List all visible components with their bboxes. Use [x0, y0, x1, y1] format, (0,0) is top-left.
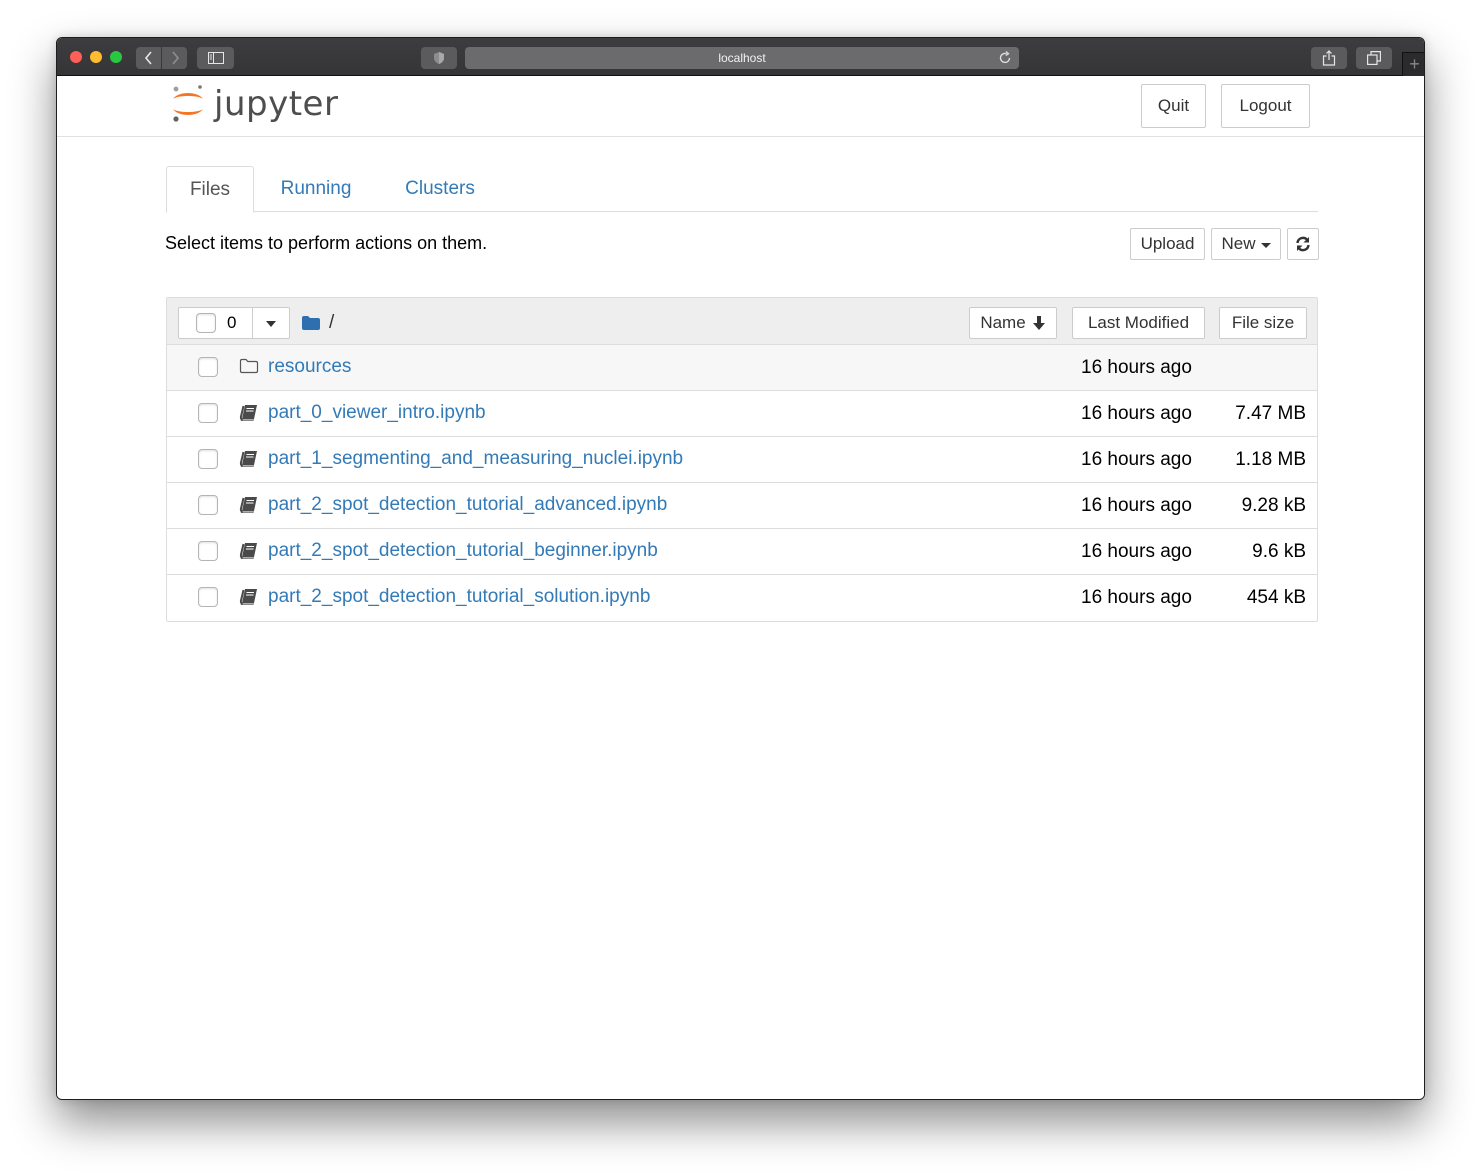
item-name-link[interactable]: part_1_segmenting_and_measuring_nuclei.i…	[268, 448, 683, 470]
notebook-icon	[239, 542, 259, 565]
close-window-button[interactable]	[70, 51, 82, 63]
tab-running[interactable]: Running	[266, 166, 366, 212]
item-checkbox[interactable]	[198, 587, 218, 607]
caret-down-icon	[266, 321, 276, 327]
item-file-size: 9.6 kB	[1252, 541, 1306, 562]
file-list-item[interactable]: part_0_viewer_intro.ipynb 16 hours ago 7…	[167, 391, 1317, 437]
item-name-link[interactable]: part_2_spot_detection_tutorial_beginner.…	[268, 540, 658, 562]
tab-overview-icon	[1367, 51, 1381, 65]
file-list: 0 / Name Last Modified File size resourc…	[166, 297, 1318, 622]
share-icon	[1322, 50, 1336, 66]
tab-files[interactable]: Files	[166, 166, 254, 213]
notebook-icon	[239, 450, 259, 473]
file-list-item[interactable]: part_2_spot_detection_tutorial_advanced.…	[167, 483, 1317, 529]
sort-by-size-button[interactable]: File size	[1219, 307, 1307, 339]
reload-icon[interactable]	[997, 50, 1013, 66]
item-last-modified: 16 hours ago	[1081, 587, 1192, 608]
logo-text: jupyter	[214, 84, 339, 124]
item-last-modified: 16 hours ago	[1081, 495, 1192, 516]
select-menu-button[interactable]	[253, 308, 289, 338]
file-list-item[interactable]: part_2_spot_detection_tutorial_solution.…	[167, 575, 1317, 621]
file-list-item[interactable]: part_2_spot_detection_tutorial_beginner.…	[167, 529, 1317, 575]
selected-count: 0	[227, 313, 237, 332]
sidebar-icon	[207, 52, 224, 64]
item-file-size: 9.28 kB	[1241, 495, 1306, 516]
new-dropdown-button[interactable]: New	[1211, 228, 1281, 260]
item-last-modified: 16 hours ago	[1081, 403, 1192, 424]
zoom-window-button[interactable]	[110, 51, 122, 63]
tab-bar: Files Running Clusters	[166, 166, 1318, 213]
select-all-control[interactable]: 0	[179, 308, 253, 338]
sidebar-toggle-button[interactable]	[197, 47, 234, 69]
tab-clusters[interactable]: Clusters	[388, 166, 492, 212]
quit-button[interactable]: Quit	[1141, 84, 1206, 128]
plus-icon: +	[1409, 54, 1420, 74]
notebook-icon	[239, 496, 259, 519]
new-tab-button[interactable]: +	[1402, 52, 1424, 76]
logout-button[interactable]: Logout	[1221, 84, 1310, 128]
sort-by-modified-button[interactable]: Last Modified	[1072, 307, 1205, 339]
back-button[interactable]	[136, 47, 161, 69]
upload-button[interactable]: Upload	[1130, 228, 1205, 260]
item-checkbox[interactable]	[198, 357, 218, 377]
file-list-item[interactable]: resources 16 hours ago	[167, 345, 1317, 391]
jupyter-logo[interactable]: jupyter	[170, 83, 338, 125]
select-all-group: 0	[178, 307, 290, 339]
folder-solid-icon[interactable]	[301, 315, 321, 331]
chevron-right-icon	[171, 51, 179, 65]
item-name-link[interactable]: part_2_spot_detection_tutorial_advanced.…	[268, 494, 667, 516]
browser-titlebar: localhost +	[57, 38, 1424, 76]
jupyter-page: jupyter Quit Logout Files Running Cluste…	[57, 76, 1424, 1099]
item-file-size: 1.18 MB	[1235, 449, 1306, 470]
notebook-icon	[239, 404, 259, 427]
share-button[interactable]	[1311, 47, 1347, 69]
item-name-link[interactable]: part_2_spot_detection_tutorial_solution.…	[268, 586, 650, 608]
sort-by-name-button[interactable]: Name	[969, 307, 1057, 339]
browser-window: localhost + jupyter Quit Logout Files Ru…	[56, 37, 1425, 1100]
file-list-item[interactable]: part_1_segmenting_and_measuring_nuclei.i…	[167, 437, 1317, 483]
new-label: New	[1221, 234, 1256, 253]
chevron-left-icon	[144, 51, 152, 65]
page-header: jupyter Quit Logout	[57, 76, 1424, 137]
instructions-text: Select items to perform actions on them.	[165, 233, 488, 253]
minimize-window-button[interactable]	[90, 51, 102, 63]
arrow-down-icon	[1032, 316, 1045, 330]
folder-icon	[239, 358, 259, 379]
jupyter-logo-icon	[173, 85, 203, 122]
sort-name-label: Name	[980, 313, 1026, 332]
item-checkbox[interactable]	[198, 495, 218, 515]
refresh-button[interactable]	[1287, 228, 1319, 260]
item-last-modified: 16 hours ago	[1081, 541, 1192, 562]
forward-button[interactable]	[162, 47, 187, 69]
item-name-link[interactable]: part_0_viewer_intro.ipynb	[268, 402, 486, 424]
address-text: localhost	[718, 51, 766, 65]
refresh-icon	[1296, 236, 1310, 252]
item-name-link[interactable]: resources	[268, 356, 351, 378]
item-last-modified: 16 hours ago	[1081, 449, 1192, 470]
breadcrumb: /	[301, 312, 334, 334]
file-list-header: 0 / Name Last Modified File size	[167, 298, 1317, 345]
item-checkbox[interactable]	[198, 403, 218, 423]
notebook-icon	[239, 588, 259, 611]
breadcrumb-root[interactable]: /	[329, 312, 334, 334]
shield-icon	[434, 52, 444, 64]
item-file-size: 454 kB	[1246, 587, 1306, 608]
select-all-checkbox[interactable]	[196, 313, 216, 333]
item-file-size: 7.47 MB	[1235, 403, 1306, 424]
privacy-report-button[interactable]	[421, 47, 457, 69]
item-checkbox[interactable]	[198, 449, 218, 469]
address-bar[interactable]: localhost	[465, 47, 1019, 69]
item-last-modified: 16 hours ago	[1081, 357, 1192, 378]
item-checkbox[interactable]	[198, 541, 218, 561]
tab-overview-button[interactable]	[1356, 47, 1392, 69]
caret-down-icon	[1260, 243, 1271, 248]
